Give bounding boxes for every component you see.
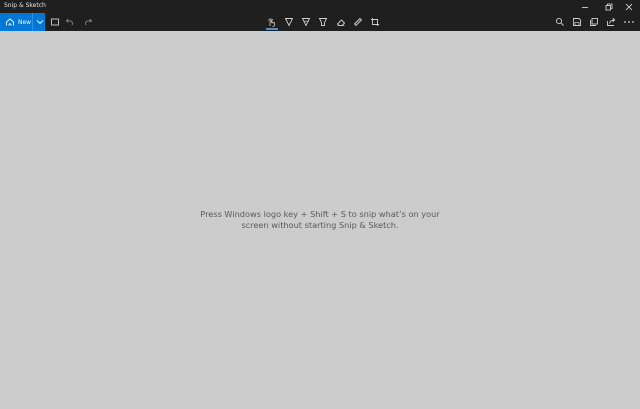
delay-snip-icon [51, 18, 59, 26]
new-snip-label: New [18, 18, 32, 26]
highlighter-icon [318, 18, 328, 26]
copy-icon [590, 18, 598, 26]
share-button[interactable] [603, 13, 619, 31]
delay-snip-button[interactable] [47, 13, 63, 31]
title-bar: Snip & Sketch [0, 0, 640, 13]
new-snip-dropdown[interactable] [32, 13, 46, 31]
empty-canvas-hint: Press Windows logo key + Shift + S to sn… [170, 209, 470, 231]
more-icon [624, 21, 634, 23]
pencil-icon [301, 18, 311, 27]
active-tool-indicator [266, 28, 278, 30]
app-title: Snip & Sketch [4, 2, 46, 9]
restore-icon [605, 3, 613, 10]
close-button[interactable] [618, 0, 640, 13]
save-button[interactable] [569, 13, 585, 31]
ruler-icon [353, 17, 363, 27]
copy-button[interactable] [586, 13, 602, 31]
pencil-button[interactable] [298, 13, 314, 31]
more-button[interactable] [621, 13, 637, 31]
new-snip-button[interactable]: New [0, 13, 45, 31]
ballpoint-pen-button[interactable] [281, 13, 297, 31]
redo-icon [85, 18, 93, 26]
highlighter-button[interactable] [315, 13, 331, 31]
touch-writing-icon [268, 18, 275, 27]
close-icon [625, 3, 633, 10]
undo-icon [65, 18, 73, 26]
minimize-button[interactable] [574, 0, 596, 13]
hint-line-1: Press Windows logo key + Shift + S to sn… [200, 209, 440, 219]
crop-icon [371, 18, 379, 26]
redo-button[interactable] [80, 13, 96, 31]
eraser-icon [336, 19, 346, 26]
hint-line-2: screen without starting Snip & Sketch. [241, 220, 399, 230]
zoom-button[interactable] [552, 13, 568, 31]
share-icon [607, 17, 616, 26]
new-snip-main[interactable]: New [0, 13, 32, 31]
chevron-down-icon [36, 20, 43, 25]
ballpoint-pen-icon [284, 18, 294, 27]
ruler-button[interactable] [350, 13, 366, 31]
undo-button[interactable] [62, 13, 78, 31]
crop-button[interactable] [367, 13, 383, 31]
touch-writing-button[interactable] [264, 13, 280, 31]
restore-button[interactable] [598, 0, 620, 13]
new-snip-icon [6, 18, 14, 26]
zoom-icon [555, 17, 564, 26]
eraser-button[interactable] [333, 13, 349, 31]
toolbar: New [0, 13, 640, 31]
save-icon [573, 18, 581, 26]
minimize-icon [582, 6, 588, 8]
